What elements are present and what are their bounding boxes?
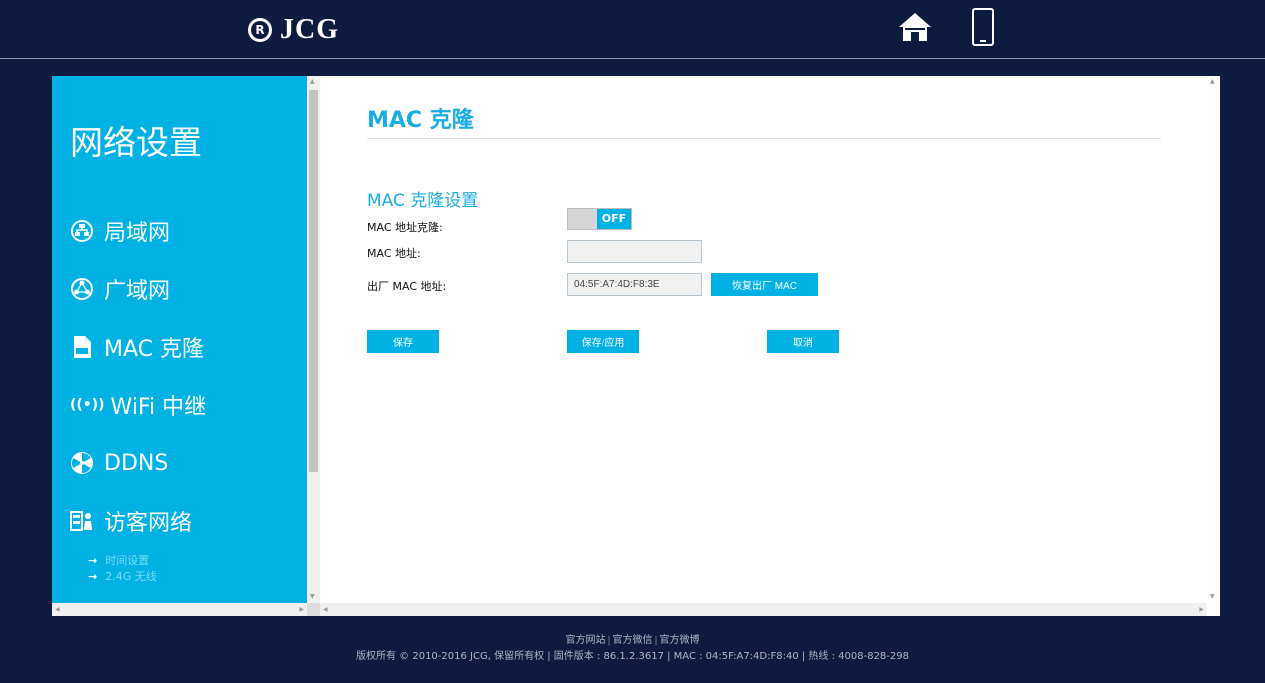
jcg-logo[interactable]: R JCG xyxy=(248,12,339,48)
scrollbar-corner xyxy=(307,603,320,616)
scroll-right-icon[interactable]: ▶ xyxy=(1199,606,1204,614)
restore-factory-mac-button[interactable]: 恢复出厂 MAC xyxy=(711,273,818,296)
cancel-button[interactable]: 取消 xyxy=(767,330,839,353)
sidebar-vertical-scrollbar[interactable]: ▲ ▼ xyxy=(307,76,320,603)
footer-copyright: 版权所有 © 2010-2016 JCG, 保留所有权 | 固件版本 : 86.… xyxy=(355,651,909,662)
main-horizontal-scrollbar[interactable]: ◀ ▶ xyxy=(320,603,1207,616)
sidebar-item-mac-clone[interactable]: MAC 克隆 xyxy=(70,318,206,376)
arrow-right-icon: → xyxy=(88,553,98,567)
page-title: MAC 克隆 xyxy=(367,108,474,133)
sidebar-item-label: WiFi 中继 xyxy=(110,395,207,420)
scroll-right-icon[interactable]: ▶ xyxy=(299,606,304,614)
toggle-state-label: OFF xyxy=(597,209,631,229)
sidebar-item-label: DDNS xyxy=(104,450,169,476)
mac-clone-label: MAC 地址克隆: xyxy=(367,221,443,234)
official-website-link[interactable]: 官方网站 xyxy=(565,635,605,646)
subnav-item-label: 2.4G 无线 xyxy=(105,570,157,583)
subnav-item-label: 时间设置 xyxy=(105,554,150,567)
sidebar-horizontal-scrollbar[interactable]: ◀ ▶ xyxy=(52,603,307,616)
mac-address-input[interactable] xyxy=(567,240,702,263)
sidebar-item-label: MAC 克隆 xyxy=(104,337,204,362)
footer-separator: | xyxy=(607,635,610,646)
sidebar-subnav: → 时间设置 → 2.4G 无线 xyxy=(88,552,157,584)
ddns-icon xyxy=(71,452,93,474)
sidebar-item-label: 访客网络 xyxy=(104,511,193,536)
lan-icon xyxy=(71,220,93,242)
sidebar-nav: 局域网 广域网 MAC 克隆 ((•)) WiFi 中继 DDNS 访客网络 xyxy=(70,202,206,550)
mac-address-label: MAC 地址: xyxy=(367,247,421,260)
main-vertical-scrollbar[interactable]: ▲ ▼ xyxy=(1207,76,1220,603)
sidebar-item-guest-network[interactable]: 访客网络 xyxy=(70,492,206,550)
scroll-left-icon[interactable]: ◀ xyxy=(323,606,328,614)
brand-name: JCG xyxy=(280,14,339,45)
scroll-left-icon[interactable]: ◀ xyxy=(55,606,60,614)
mac-clone-toggle[interactable]: OFF xyxy=(567,208,632,230)
scroll-down-icon[interactable]: ▼ xyxy=(1210,593,1215,601)
sidebar-item-label: 局域网 xyxy=(104,221,171,246)
mobile-icon[interactable] xyxy=(972,8,994,46)
mac-clone-icon xyxy=(74,336,91,358)
main-content: MAC 克隆 MAC 克隆设置 MAC 地址克隆: OFF MAC 地址: 出厂… xyxy=(320,76,1220,616)
footer-separator: | xyxy=(655,635,658,646)
arrow-right-icon: → xyxy=(88,569,98,583)
footer: 官方网站 | 官方微信 | 官方微博 版权所有 © 2010-2016 JCG,… xyxy=(0,633,1265,665)
wan-icon xyxy=(71,278,93,300)
registered-mark: R xyxy=(248,18,272,42)
title-divider xyxy=(367,138,1161,139)
sidebar-item-label: 广域网 xyxy=(104,279,171,304)
subnav-item-wireless[interactable]: → 2.4G 无线 xyxy=(88,568,157,584)
scroll-up-icon[interactable]: ▲ xyxy=(1210,78,1215,86)
sidebar-item-wifi-repeater[interactable]: ((•)) WiFi 中继 xyxy=(70,376,206,434)
wifi-repeater-icon: ((•)) xyxy=(70,397,105,413)
save-apply-button[interactable]: 保存/应用 xyxy=(567,330,639,353)
sidebar-scroll-thumb[interactable] xyxy=(309,90,318,472)
subnav-item-time[interactable]: → 时间设置 xyxy=(88,552,157,568)
official-weibo-link[interactable]: 官方微博 xyxy=(660,635,700,646)
top-bar: R JCG xyxy=(0,0,1265,58)
guest-network-icon xyxy=(70,511,92,531)
home-icon[interactable] xyxy=(897,9,933,45)
factory-mac-input[interactable] xyxy=(567,273,702,296)
sidebar-item-lan[interactable]: 局域网 xyxy=(70,202,206,260)
save-button[interactable]: 保存 xyxy=(367,330,439,353)
section-title: MAC 克隆设置 xyxy=(367,191,479,211)
sidebar: 网络设置 局域网 广域网 MAC 克隆 ((•)) WiFi 中继 DDNS 访… xyxy=(52,76,320,616)
sidebar-item-wan[interactable]: 广域网 xyxy=(70,260,206,318)
sidebar-title: 网络设置 xyxy=(70,123,202,162)
header-divider xyxy=(0,58,1265,59)
scroll-up-icon[interactable]: ▲ xyxy=(310,78,315,86)
factory-mac-label: 出厂 MAC 地址: xyxy=(367,280,447,293)
sidebar-item-ddns[interactable]: DDNS xyxy=(70,434,206,492)
scroll-down-icon[interactable]: ▼ xyxy=(310,593,315,601)
official-wechat-link[interactable]: 官方微信 xyxy=(613,635,653,646)
footer-links: 官方网站 | 官方微信 | 官方微博 xyxy=(0,633,1265,649)
